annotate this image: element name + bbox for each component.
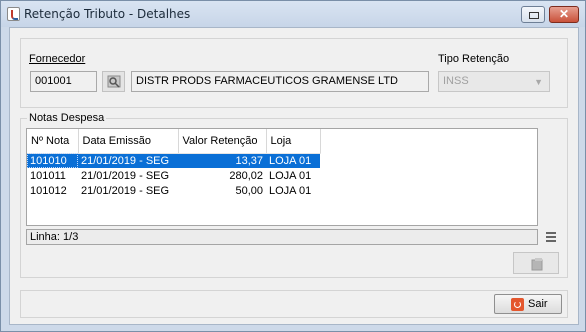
grid-action-icon (531, 258, 543, 271)
cell-nota: 101011 (30, 169, 66, 182)
column-header-valor[interactable]: Valor Retenção (178, 129, 267, 154)
cell-loja: LOJA 01 (269, 184, 312, 197)
column-header-nota[interactable]: Nº Nota (27, 129, 79, 154)
fornecedor-search-button[interactable] (102, 71, 125, 92)
cell-loja: LOJA 01 (266, 153, 320, 168)
cell-data: 21/01/2019 - SEG (81, 184, 170, 197)
fornecedor-label: Fornecedor (29, 53, 86, 65)
table-row[interactable]: 101010 21/01/2019 - SEG 13,37 LOJA 01 (27, 153, 320, 168)
close-button[interactable]: ✕ (549, 6, 579, 23)
cell-data: 21/01/2019 - SEG (78, 153, 178, 168)
fornecedor-code-field[interactable]: 001001 (30, 71, 97, 92)
table-row[interactable]: 101012 21/01/2019 - SEG 50,00 LOJA 01 (27, 183, 320, 198)
window-title: Retenção Tributo - Detalhes (24, 7, 191, 21)
grid-action-button[interactable] (513, 252, 559, 274)
cell-data: 21/01/2019 - SEG (81, 169, 170, 182)
sair-label: Sair (528, 298, 548, 310)
search-icon (107, 75, 121, 88)
footer-panel (20, 290, 568, 318)
close-icon: ✕ (558, 7, 570, 21)
exit-icon (511, 298, 524, 311)
row-status: Linha: 1/3 (26, 229, 538, 245)
cell-valor: 280,02 (229, 169, 263, 182)
app-icon (7, 7, 20, 21)
tipo-retencao-select[interactable]: INSS ▼ (438, 71, 550, 92)
menu-icon[interactable] (546, 232, 556, 242)
fornecedor-name-field[interactable]: DISTR PRODS FARMACEUTICOS GRAMENSE LTD (131, 71, 429, 92)
table-row[interactable]: 101011 21/01/2019 - SEG 280,02 LOJA 01 (27, 168, 320, 183)
chevron-down-icon: ▼ (534, 77, 543, 87)
title-bar[interactable]: Retenção Tributo - Detalhes ✕ (1, 1, 585, 27)
cell-valor: 13,37 (178, 153, 266, 168)
minimize-button[interactable] (521, 6, 545, 23)
tipo-retencao-value: INSS (443, 75, 469, 87)
notas-group-label: Notas Despesa (27, 112, 107, 124)
column-header-data[interactable]: Data Emissão (78, 129, 179, 154)
cell-nota: 101012 (30, 184, 67, 197)
cell-valor: 50,00 (235, 184, 263, 197)
cell-loja: LOJA 01 (269, 169, 312, 182)
notas-table[interactable]: Nº Nota Data Emissão Valor Retenção Loja… (26, 128, 538, 226)
sair-button[interactable]: Sair (494, 294, 562, 314)
tipo-retencao-label: Tipo Retenção (438, 53, 510, 65)
minimize-icon (529, 12, 539, 19)
dialog-window: Retenção Tributo - Detalhes ✕ Fornecedor… (0, 0, 586, 332)
table-header-row: Nº Nota Data Emissão Valor Retenção Loja (27, 129, 321, 154)
cell-nota: 101010 (27, 153, 78, 168)
column-header-loja[interactable]: Loja (266, 129, 321, 154)
dialog-body: Fornecedor Tipo Retenção 001001 DISTR PR… (9, 27, 579, 325)
